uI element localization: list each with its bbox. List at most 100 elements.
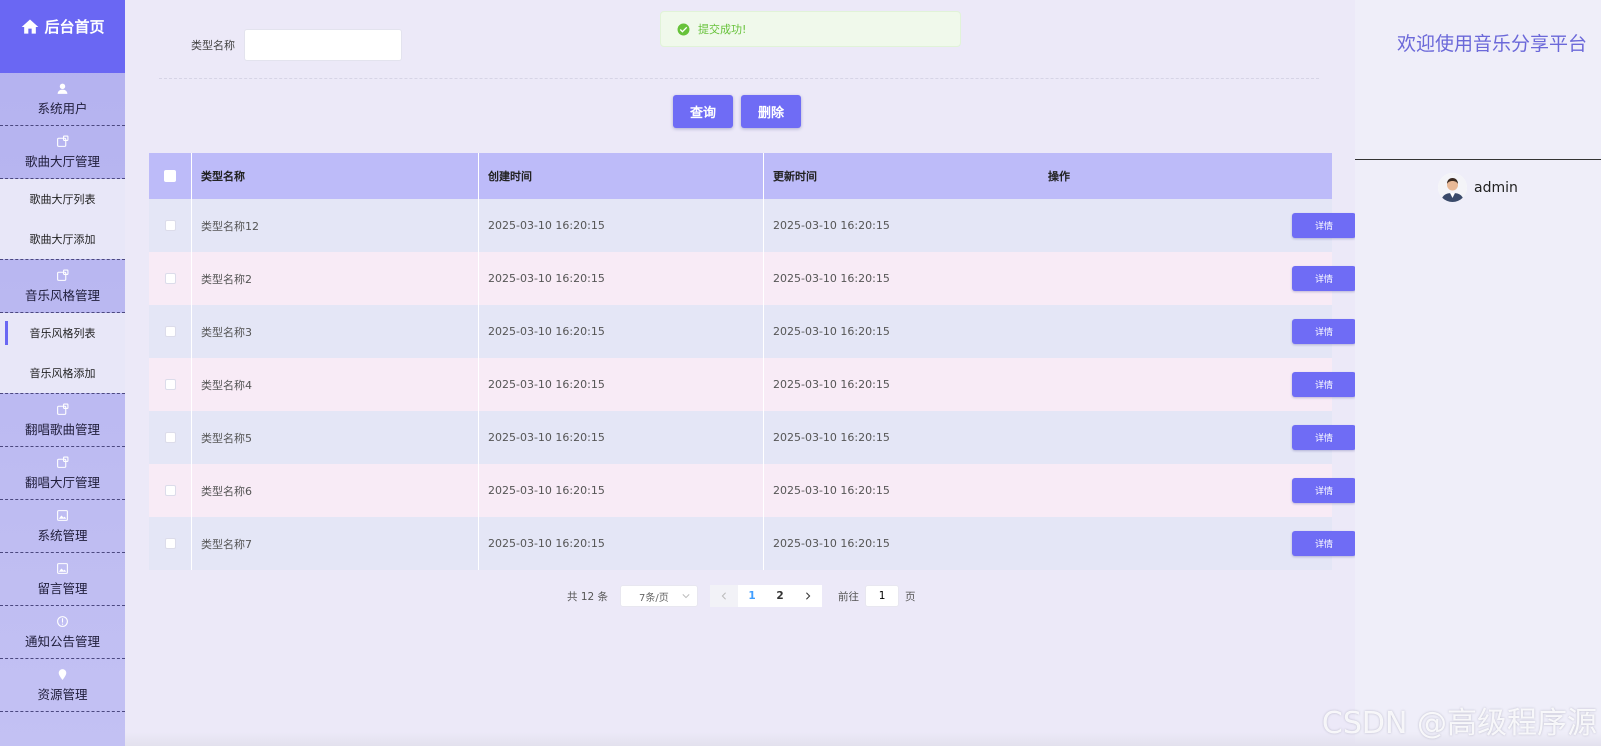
goto-suffix: 页 xyxy=(905,590,916,603)
menu-group-cover-songs[interactable]: 翻唱歌曲管理 xyxy=(0,394,125,447)
chevron-down-icon xyxy=(682,594,690,599)
divider xyxy=(1355,159,1601,160)
cell-created-time: 2025-03-10 16:20:15 xyxy=(479,358,764,411)
detail-button[interactable]: 详情 xyxy=(1292,319,1356,344)
cell-updated-time: 2025-03-10 16:20:15 xyxy=(773,484,890,497)
delete-button[interactable]: 删除 xyxy=(741,95,801,128)
menu-group-label: 翻唱歌曲管理 xyxy=(24,421,100,437)
cell-created-time: 2025-03-10 16:20:15 xyxy=(479,517,764,570)
menu-group-users[interactable]: 系统用户 xyxy=(0,73,125,126)
cell-type-name: 类型名称12 xyxy=(192,199,479,252)
submenu-label: 歌曲大厅列表 xyxy=(29,193,96,206)
table-row: 类型名称7 2025-03-10 16:20:15 2025-03-10 16:… xyxy=(149,517,1356,570)
info-icon xyxy=(57,615,68,627)
page-size-value: 7条/页 xyxy=(639,592,669,604)
menu-group-label: 留言管理 xyxy=(37,580,88,596)
cell-type-name: 类型名称6 xyxy=(192,464,479,517)
cell-type-name: 类型名称5 xyxy=(192,411,479,464)
table-row: 类型名称3 2025-03-10 16:20:15 2025-03-10 16:… xyxy=(149,305,1356,358)
submenu-label: 音乐风格添加 xyxy=(29,367,96,380)
row-checkbox[interactable] xyxy=(164,273,176,284)
home-icon xyxy=(22,19,39,34)
brand-label: 后台首页 xyxy=(44,18,105,36)
cell-updated-time: 2025-03-10 16:20:15 xyxy=(773,431,890,444)
row-checkbox[interactable] xyxy=(164,538,176,549)
detail-button[interactable]: 详情 xyxy=(1292,213,1356,238)
divider xyxy=(159,78,1319,79)
type-name-search-input[interactable] xyxy=(244,29,402,61)
header-operation: 操作 xyxy=(1048,170,1070,183)
detail-button[interactable]: 详情 xyxy=(1292,372,1356,397)
detail-button[interactable]: 详情 xyxy=(1292,425,1356,450)
image-icon xyxy=(57,509,68,521)
cell-created-time: 2025-03-10 16:20:15 xyxy=(479,252,764,305)
cell-updated-time: 2025-03-10 16:20:15 xyxy=(773,537,890,550)
query-button[interactable]: 查询 xyxy=(673,95,733,128)
next-page-button[interactable] xyxy=(794,585,823,607)
submenu-song-hall-add[interactable]: 歌曲大厅添加 xyxy=(0,219,125,259)
header-updated-time[interactable]: 更新时间 xyxy=(764,153,1048,199)
submenu-music-style-add[interactable]: 音乐风格添加 xyxy=(0,353,125,393)
header-type-name[interactable]: 类型名称 xyxy=(192,153,479,199)
chevron-left-icon xyxy=(721,592,727,600)
watermark: CSDN @高级程序源 xyxy=(1321,706,1597,741)
cell-updated-time: 2025-03-10 16:20:15 xyxy=(773,325,890,338)
submenu-song-hall-list[interactable]: 歌曲大厅列表 xyxy=(0,179,125,219)
row-checkbox[interactable] xyxy=(164,379,176,390)
header-created-time[interactable]: 创建时间 xyxy=(479,153,764,199)
check-circle-icon xyxy=(677,23,690,35)
external-link-icon xyxy=(57,456,69,468)
submenu-label: 音乐风格列表 xyxy=(29,327,96,340)
search-label: 类型名称 xyxy=(191,39,235,52)
page-1-button[interactable]: 1 xyxy=(738,585,767,607)
detail-button[interactable]: 详情 xyxy=(1292,531,1356,556)
menu-group-label: 通知公告管理 xyxy=(24,633,100,649)
external-link-icon xyxy=(57,269,69,281)
submenu-label: 歌曲大厅添加 xyxy=(29,233,96,246)
menu-group-resources[interactable]: 资源管理 xyxy=(0,659,125,712)
cell-updated-time: 2025-03-10 16:20:15 xyxy=(773,219,890,232)
user-icon xyxy=(57,83,68,94)
menu-group-label: 资源管理 xyxy=(37,686,88,702)
cell-created-time: 2025-03-10 16:20:15 xyxy=(479,411,764,464)
table-row: 类型名称4 2025-03-10 16:20:15 2025-03-10 16:… xyxy=(149,358,1356,411)
location-pin-icon xyxy=(58,668,67,680)
toast-message: 提交成功! xyxy=(698,23,747,36)
page-2-button[interactable]: 2 xyxy=(766,585,795,607)
pagination: 共 12 条 7条/页 1 2 前往 页 xyxy=(567,585,916,607)
external-link-icon xyxy=(57,135,69,147)
cell-created-time: 2025-03-10 16:20:15 xyxy=(479,199,764,252)
data-table: 类型名称 创建时间 更新时间 操作 类型名称12 2025-03-10 16:2… xyxy=(149,153,1356,570)
menu-group-label: 歌曲大厅管理 xyxy=(24,153,100,169)
select-all-checkbox[interactable] xyxy=(164,170,176,182)
prev-page-button[interactable] xyxy=(710,585,739,607)
detail-button[interactable]: 详情 xyxy=(1292,478,1356,503)
cell-type-name: 类型名称4 xyxy=(192,358,479,411)
cell-type-name: 类型名称3 xyxy=(192,305,479,358)
cell-type-name: 类型名称2 xyxy=(192,252,479,305)
goto-label: 前往 xyxy=(838,590,860,603)
row-checkbox[interactable] xyxy=(164,432,176,443)
row-checkbox[interactable] xyxy=(164,326,176,337)
menu-group-label: 系统用户 xyxy=(37,100,88,116)
menu-group-system[interactable]: 系统管理 xyxy=(0,500,125,553)
menu-group-notices[interactable]: 通知公告管理 xyxy=(0,606,125,659)
chevron-right-icon xyxy=(806,592,811,600)
menu-group-music-style[interactable]: 音乐风格管理 xyxy=(0,260,125,313)
cell-created-time: 2025-03-10 16:20:15 xyxy=(479,305,764,358)
detail-button[interactable]: 详情 xyxy=(1292,266,1356,291)
page-size-select[interactable]: 7条/页 xyxy=(620,585,699,607)
table-header: 类型名称 创建时间 更新时间 操作 xyxy=(149,153,1332,199)
menu-group-messages[interactable]: 留言管理 xyxy=(0,553,125,606)
sidebar-home-link[interactable]: 后台首页 xyxy=(0,0,125,73)
goto-page-input[interactable] xyxy=(865,585,900,607)
menu-group-cover-hall[interactable]: 翻唱大厅管理 xyxy=(0,447,125,500)
user-info[interactable]: admin xyxy=(1438,173,1518,202)
cell-created-time: 2025-03-10 16:20:15 xyxy=(479,464,764,517)
action-buttons: 查询 删除 xyxy=(673,95,801,128)
menu-group-song-hall[interactable]: 歌曲大厅管理 xyxy=(0,126,125,179)
row-checkbox[interactable] xyxy=(164,220,176,231)
welcome-title: 欢迎使用音乐分享平台 xyxy=(1396,33,1587,55)
submenu-music-style-list[interactable]: 音乐风格列表 xyxy=(0,313,125,353)
row-checkbox[interactable] xyxy=(164,485,176,496)
